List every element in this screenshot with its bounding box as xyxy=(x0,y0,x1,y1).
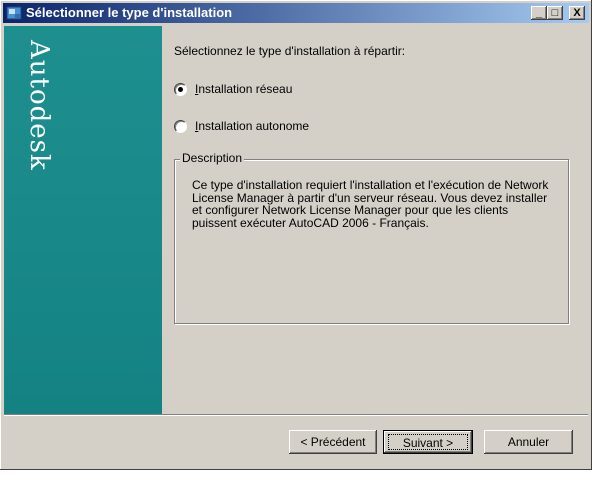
close-icon: X xyxy=(573,7,581,19)
title-bar[interactable]: Sélectionner le type d'installation _ □ … xyxy=(3,3,589,23)
radio-standalone-install[interactable] xyxy=(174,119,187,133)
installer-window: Sélectionner le type d'installation _ □ … xyxy=(0,0,592,470)
footer-separator xyxy=(4,414,588,416)
option-standalone-install[interactable]: Installation autonome xyxy=(174,119,309,133)
cancel-button[interactable]: Annuler xyxy=(484,430,573,454)
previous-button-label: < Précédent xyxy=(300,435,366,449)
minimize-icon: _ xyxy=(535,7,543,19)
maximize-icon: □ xyxy=(551,7,559,19)
brand-sidebar: Autodesk xyxy=(4,26,162,414)
app-icon xyxy=(6,6,22,20)
description-text: Ce type d'installation requiert l'instal… xyxy=(192,178,549,230)
selection-prompt: Sélectionnez le type d'installation à ré… xyxy=(174,44,406,58)
close-button[interactable]: X xyxy=(569,6,585,20)
previous-button[interactable]: < Précédent xyxy=(289,430,377,454)
description-title: Description xyxy=(180,151,245,165)
option-standalone-label[interactable]: Installation autonome xyxy=(195,119,309,133)
radio-network-install[interactable] xyxy=(174,82,187,96)
minimize-button[interactable]: _ xyxy=(531,6,547,20)
focus-ring xyxy=(388,434,468,450)
autodesk-logo: Autodesk xyxy=(24,40,54,171)
next-button[interactable]: Suivant > xyxy=(383,430,473,454)
window-title: Sélectionner le type d'installation xyxy=(26,5,233,20)
option-network-label[interactable]: Installation réseau xyxy=(195,82,292,96)
cancel-button-label: Annuler xyxy=(507,435,550,449)
maximize-button[interactable]: □ xyxy=(547,6,563,20)
option-network-install[interactable]: Installation réseau xyxy=(174,82,292,96)
